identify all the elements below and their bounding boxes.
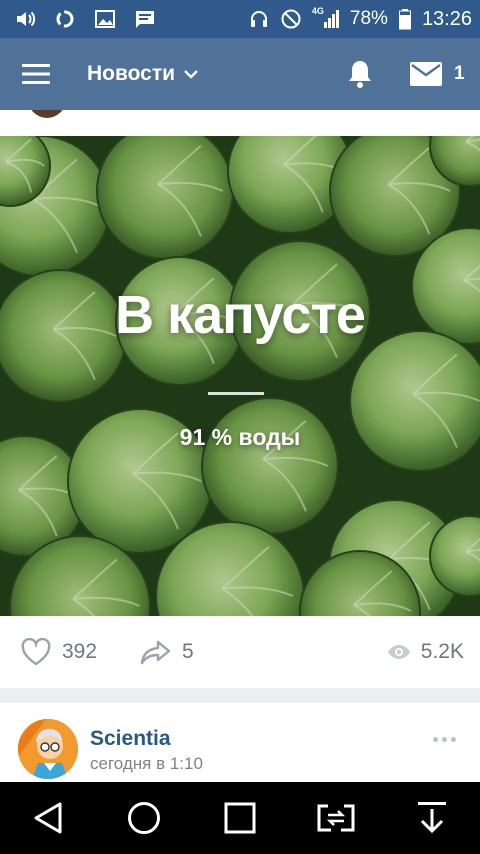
dot-icon xyxy=(441,736,447,742)
battery-icon xyxy=(398,8,412,30)
notifications-button[interactable] xyxy=(336,38,384,110)
hamburger-icon xyxy=(22,64,50,84)
recents-button[interactable] xyxy=(210,788,270,848)
feed-post-next: Scientia сегодня в 1:10 xyxy=(0,703,480,783)
network-label: 4G xyxy=(311,6,324,16)
image-overlay: В капусте 91 % воды xyxy=(0,136,480,616)
headset-icon xyxy=(248,8,270,30)
home-button[interactable] xyxy=(114,788,174,848)
battery-percent: 78% xyxy=(349,8,388,29)
avatar xyxy=(28,110,66,118)
share-button[interactable]: 5 xyxy=(140,639,194,665)
status-bar: 4G 78% 13:26 xyxy=(0,0,480,38)
messages-count: 1 xyxy=(454,63,465,84)
mail-icon xyxy=(410,62,442,86)
image-icon xyxy=(94,8,116,30)
do-not-disturb-icon xyxy=(280,8,302,30)
home-icon xyxy=(128,802,160,834)
like-button[interactable]: 392 xyxy=(20,638,97,666)
page-title: Новости xyxy=(87,62,176,85)
post-actions: 392 5 5.2K xyxy=(0,616,480,688)
back-button[interactable] xyxy=(18,788,78,848)
share-icon xyxy=(140,640,171,665)
dot-icon xyxy=(450,736,456,742)
app-bar: Новости 1 xyxy=(0,38,480,110)
divider xyxy=(208,392,264,395)
bell-icon xyxy=(349,61,371,88)
screen-share-button[interactable] xyxy=(306,788,366,848)
screen-share-icon xyxy=(317,804,355,832)
views-counter: 5.2K xyxy=(387,640,464,664)
signal-icon: 4G xyxy=(311,6,340,30)
post-author[interactable]: Scientia xyxy=(90,727,171,751)
eye-icon xyxy=(387,645,410,659)
dot-icon xyxy=(432,736,438,742)
more-options-button[interactable] xyxy=(428,729,460,749)
volume-icon xyxy=(14,8,36,30)
download-button[interactable] xyxy=(402,788,462,848)
post-image[interactable]: В капусте 91 % воды xyxy=(0,136,480,616)
heart-icon xyxy=(21,638,51,666)
back-icon xyxy=(34,802,62,834)
clock: 13:26 xyxy=(421,7,472,30)
feed-post: В капусте 91 % воды 392 5 5.2K xyxy=(0,110,480,688)
image-title: В капусте xyxy=(115,285,366,345)
post-time: сегодня в 1:10 xyxy=(90,754,203,773)
like-count: 392 xyxy=(62,640,98,663)
avatar[interactable] xyxy=(18,719,78,779)
share-count: 5 xyxy=(182,640,194,663)
app-screen: 4G 78% 13:26 Новости 1 В капусте 91 % во… xyxy=(0,0,480,854)
post-header-remnant xyxy=(0,110,480,136)
sync-icon xyxy=(54,8,76,30)
download-icon xyxy=(418,802,446,834)
image-subtitle: 91 % воды xyxy=(179,424,301,450)
view-count: 5.2K xyxy=(420,640,464,663)
chevron-down-icon xyxy=(184,70,198,79)
messages-button[interactable]: 1 xyxy=(410,38,476,110)
menu-button[interactable] xyxy=(0,38,72,110)
system-nav-bar xyxy=(0,782,480,854)
recents-icon xyxy=(224,802,256,834)
message-icon xyxy=(134,8,156,30)
feed-selector[interactable]: Новости xyxy=(87,38,199,110)
